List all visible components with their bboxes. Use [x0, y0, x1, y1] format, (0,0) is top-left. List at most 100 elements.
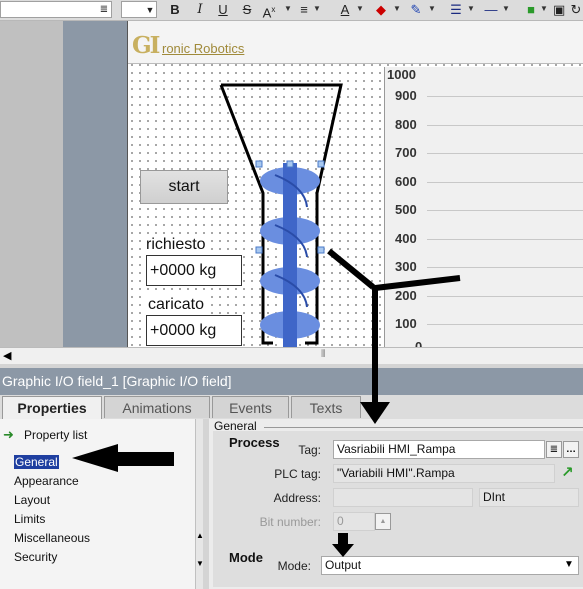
- graph-tick: 0: [415, 339, 423, 347]
- heading-divider: [264, 427, 583, 428]
- fill-color-icon[interactable]: ◆: [373, 1, 389, 19]
- address-field: [333, 488, 473, 507]
- chevron-down-icon[interactable]: ▼: [564, 559, 574, 570]
- graph-tick: 600: [395, 174, 417, 189]
- graph-tick: 500: [395, 202, 417, 217]
- screw-graphic[interactable]: [260, 163, 320, 347]
- graph-tick: 800: [395, 117, 417, 132]
- scroll-thumb-grip-icon[interactable]: ⦀: [321, 349, 325, 360]
- graph-tick: 300: [395, 259, 417, 274]
- nav-item-security[interactable]: Security: [14, 550, 57, 564]
- property-nav: ➜ Property list General Appearance Layou…: [0, 419, 196, 589]
- tab-texts[interactable]: Texts: [291, 396, 361, 418]
- graph-tick: 400: [395, 231, 417, 246]
- grid-line: [427, 153, 583, 154]
- hopper-graphic[interactable]: [213, 79, 383, 347]
- background-icon[interactable]: ▣: [553, 1, 565, 19]
- go-to-tag-icon[interactable]: ↗: [561, 463, 574, 481]
- align-arrow-icon[interactable]: ▼: [313, 4, 321, 13]
- format-toolbar: ≣ ▼ B I U S Ax ▼ ≡ ▼ A ▼ ◆ ▼ ✎ ▼ ☰ ▼ — ▼…: [0, 0, 583, 21]
- scroll-left-icon[interactable]: ◀: [3, 349, 11, 362]
- tab-animations[interactable]: Animations: [104, 396, 210, 418]
- graph-tick: 100: [395, 316, 417, 331]
- graph-tick: 1000: [387, 67, 416, 82]
- superscript-arrow-icon[interactable]: ▼: [284, 4, 292, 13]
- line-width-icon[interactable]: —: [482, 1, 500, 19]
- text-color-arrow-icon[interactable]: ▼: [356, 4, 364, 13]
- mode-title: Mode: [229, 550, 263, 565]
- grid-line: [427, 324, 583, 325]
- bit-number-stepper-icon: ▲: [375, 513, 391, 530]
- tag-browse-button[interactable]: …: [563, 441, 579, 458]
- foreground-icon[interactable]: ■: [524, 1, 538, 19]
- line-color-icon[interactable]: ✎: [408, 1, 424, 19]
- nav-item-miscellaneous[interactable]: Miscellaneous: [14, 531, 90, 545]
- inspector-title: Graphic I/O field_1 [Graphic I/O field]: [0, 368, 583, 395]
- address-label: Address:: [273, 491, 321, 505]
- superscript-icon[interactable]: Ax: [262, 1, 276, 20]
- general-properties: General Process Tag: Vasriabili HMI_Ramp…: [209, 419, 583, 589]
- requested-io-field[interactable]: +0000 kg: [146, 255, 242, 286]
- nav-item-general[interactable]: General: [14, 455, 59, 469]
- bit-number-field: 0: [333, 512, 375, 531]
- nav-item-appearance[interactable]: Appearance: [14, 474, 79, 488]
- grid-line: [427, 210, 583, 211]
- text-color-icon[interactable]: A: [337, 1, 353, 19]
- italic-icon[interactable]: I: [193, 1, 207, 19]
- nav-scroll-up-icon[interactable]: ▲: [196, 531, 204, 540]
- datatype-field: DInt: [479, 488, 579, 507]
- loaded-label: caricato: [146, 296, 207, 314]
- canvas-horizontal-scrollbar[interactable]: ◀ ⦀: [0, 347, 583, 364]
- tag-list-icon[interactable]: ≣: [546, 441, 562, 458]
- bold-icon[interactable]: B: [168, 1, 182, 19]
- loaded-io-field[interactable]: +0000 kg: [146, 315, 242, 346]
- canvas-left-margin: [0, 21, 63, 347]
- underline-icon[interactable]: U: [216, 1, 230, 19]
- plc-tag-field: "Variabili HMI".Rampa: [333, 464, 555, 483]
- screen-header: GI ronic Robotics: [128, 21, 583, 64]
- property-list-label[interactable]: Property list: [24, 428, 87, 442]
- bit-number-label: Bit number:: [259, 515, 321, 529]
- logo-letter: GI: [132, 32, 160, 59]
- font-combo[interactable]: [0, 1, 112, 18]
- requested-label: richiesto: [144, 236, 208, 254]
- plc-tag-label: PLC tag:: [274, 467, 321, 481]
- align-icon[interactable]: ≡: [296, 1, 312, 19]
- graph-tick: 700: [395, 145, 417, 160]
- font-list-icon[interactable]: ≣: [99, 1, 109, 19]
- grid-line: [427, 267, 583, 268]
- graph-tick: 200: [395, 288, 417, 303]
- graph-tick: 900: [395, 88, 417, 103]
- nav-scrollbar[interactable]: ▲ ▼: [196, 419, 204, 589]
- nav-item-layout[interactable]: Layout: [14, 493, 50, 507]
- mode-label: Mode:: [277, 559, 311, 573]
- grid-line: [427, 239, 583, 240]
- tab-events[interactable]: Events: [212, 396, 289, 418]
- grid-line: [427, 296, 583, 297]
- grid-line: [427, 125, 583, 126]
- foreground-arrow-icon[interactable]: ▼: [540, 4, 548, 13]
- logo-text: ronic Robotics: [162, 41, 245, 56]
- line-color-arrow-icon[interactable]: ▼: [428, 4, 436, 13]
- mode-select[interactable]: Output: [321, 556, 579, 575]
- chevron-down-icon[interactable]: ▼: [145, 1, 155, 19]
- hmi-screen[interactable]: GI ronic Robotics start richiesto +0000 …: [127, 21, 583, 347]
- grid-line: [427, 96, 583, 97]
- property-list-icon: ➜: [3, 427, 14, 442]
- strikethrough-icon[interactable]: S: [240, 1, 254, 19]
- rotate-icon[interactable]: ↻: [569, 1, 583, 19]
- inspector-tabs: Properties Animations Events Texts: [0, 395, 583, 419]
- line-style-icon[interactable]: ☰: [447, 1, 465, 19]
- trend-graph[interactable]: 1000 900 800 700 600 500 400 300 200 100…: [384, 67, 583, 347]
- fill-color-arrow-icon[interactable]: ▼: [393, 4, 401, 13]
- grid-line: [427, 182, 583, 183]
- screen-editor-canvas: GI ronic Robotics start richiesto +0000 …: [0, 21, 583, 347]
- tab-properties[interactable]: Properties: [2, 396, 102, 419]
- line-width-arrow-icon[interactable]: ▼: [502, 4, 510, 13]
- line-style-arrow-icon[interactable]: ▼: [467, 4, 475, 13]
- nav-scroll-down-icon[interactable]: ▼: [196, 559, 204, 568]
- start-button[interactable]: start: [140, 170, 228, 204]
- canvas-frame: [63, 21, 127, 347]
- nav-item-limits[interactable]: Limits: [14, 512, 45, 526]
- tag-field[interactable]: Vasriabili HMI_Rampa: [333, 440, 545, 459]
